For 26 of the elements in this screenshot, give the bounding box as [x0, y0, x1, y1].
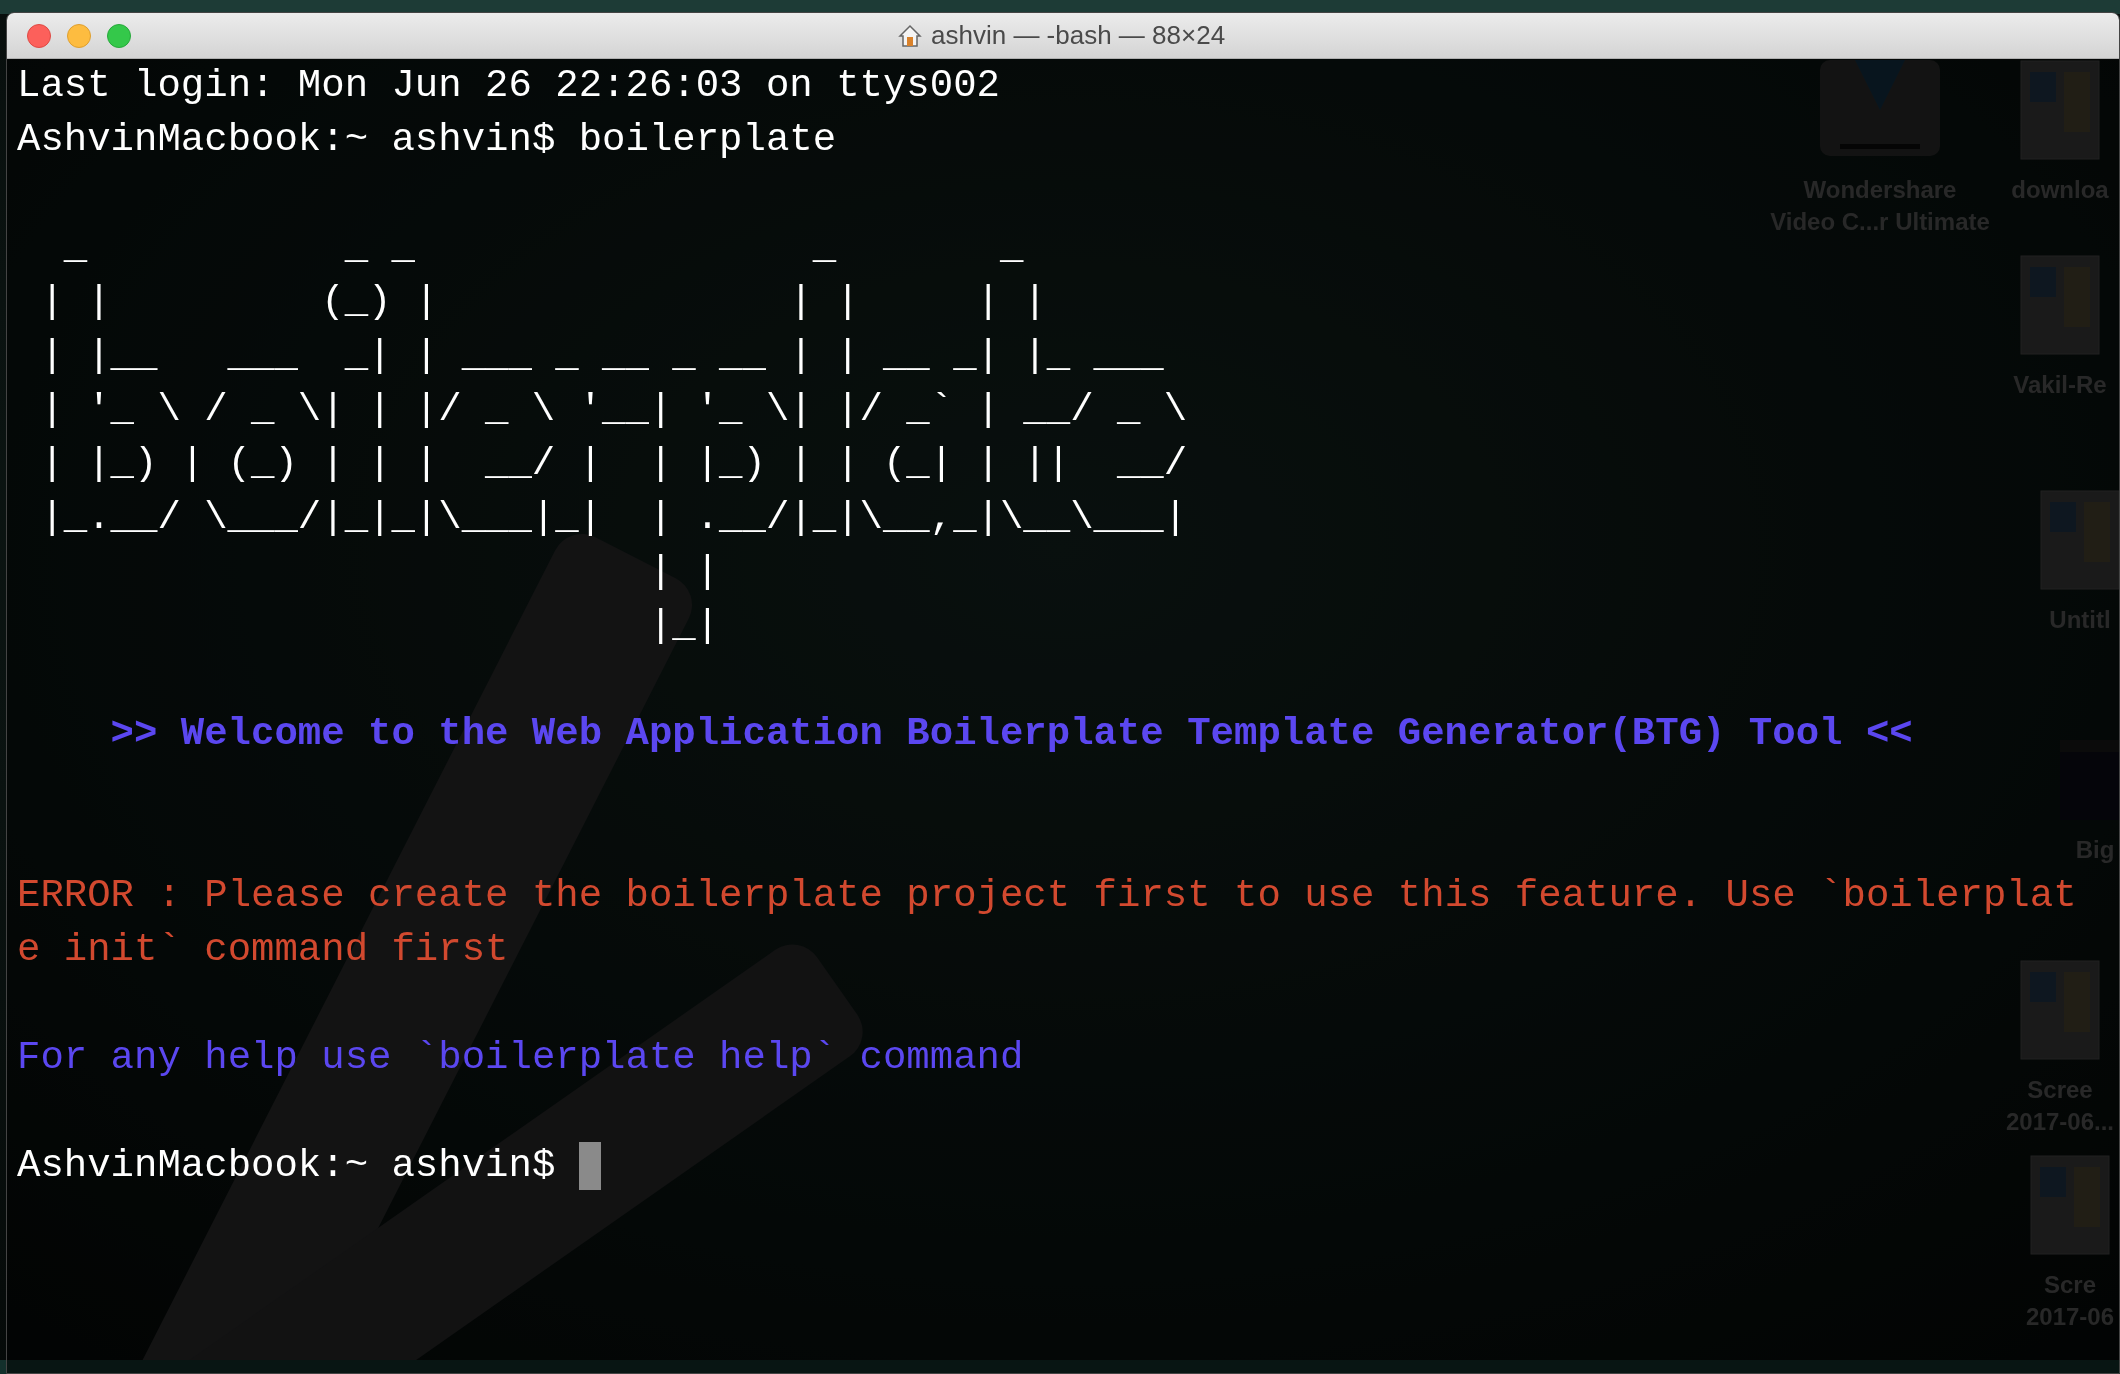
document-thumbnail-icon[interactable] — [2020, 60, 2100, 160]
welcome-message: >> Welcome to the Web Application Boilerplate Template Generator(BTG) Tool << — [110, 711, 1913, 758]
ascii-art-line: | |__ ___ _| | ___ _ __ _ __ | | __ _| |_ ___ — [39, 333, 1164, 380]
error-message: e init` command first — [17, 927, 509, 974]
error-message: ERROR : Please create the boilerplate project first to use this feature. Use `boilerplat — [17, 873, 2077, 920]
typed-command: boilerplate — [578, 117, 837, 164]
document-thumbnail-icon[interactable] — [2020, 960, 2100, 1060]
shell-prompt: AshvinMacbook:~ ashvin$ — [17, 117, 556, 164]
ascii-art-line: | | (_) | | | | | — [39, 279, 1047, 326]
document-thumbnail-icon[interactable] — [2040, 490, 2120, 590]
terminal-output: Last login: Mon Jun 26 22:26:03 on ttys002 — [17, 63, 1000, 110]
minimize-button[interactable] — [67, 23, 91, 48]
ascii-art-line: _ _ _ _ _ — [62, 225, 1024, 272]
shell-prompt: AshvinMacbook:~ ashvin$ — [17, 1143, 556, 1190]
ascii-art-line: | | — [647, 549, 720, 596]
document-thumbnail-icon[interactable] — [2030, 1155, 2110, 1255]
ascii-art-line: |_| — [647, 603, 720, 650]
window-title: ashvin — -bash — 88×24 — [931, 19, 1226, 52]
zoom-button[interactable] — [107, 23, 131, 48]
house-icon — [897, 22, 923, 49]
ascii-art-line: |_.__/ \___/|_|_|\___|_| | .__/|_|\__,_|\__\___| — [39, 495, 1188, 542]
help-message: For any help use `boilerplate help` command — [17, 1035, 1024, 1082]
close-button[interactable] — [27, 23, 51, 48]
document-thumbnail-icon[interactable] — [2020, 255, 2100, 355]
ascii-art-line: | |_) | (_) | | | __/ | | |_) | | (_| | || __/ — [39, 441, 1188, 488]
ascii-art-line: | '_ \ / _ \| | |/ _ \ '__| '_ \| |/ _` | __/ _ \ — [39, 387, 1188, 434]
